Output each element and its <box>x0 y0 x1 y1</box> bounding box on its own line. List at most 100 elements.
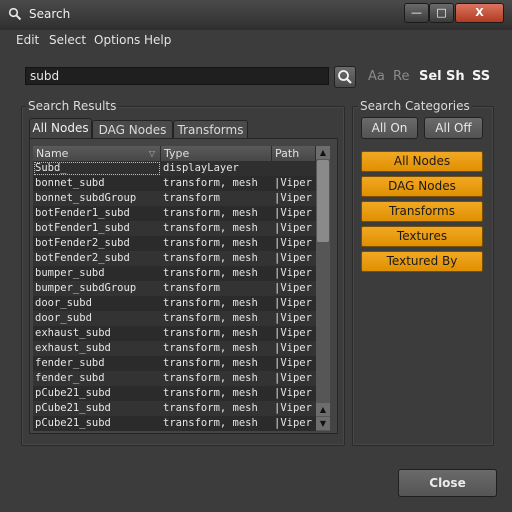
scroll-up-icon[interactable]: ▲ <box>316 146 330 159</box>
table-row[interactable]: bumper_subdGroup transform |Viper|G <box>33 281 316 296</box>
cell-name: fender_subd <box>35 357 105 369</box>
category-textured-by[interactable]: Textured By <box>361 251 483 272</box>
cell-path: |Viper|S <box>274 387 314 399</box>
cell-path: |Viper|S <box>274 327 314 339</box>
table-row[interactable]: pCube21_subd transform, mesh |Viper|S <box>33 401 316 416</box>
menu-edit[interactable]: Edit <box>16 33 39 47</box>
table-row[interactable]: fender_subd transform, mesh |Viper|S <box>33 371 316 386</box>
all-on-button[interactable]: All On <box>361 117 418 139</box>
table-row[interactable]: pCube21_subd transform, mesh |Viper|S <box>33 416 316 431</box>
cell-type: transform, mesh <box>163 312 258 324</box>
cell-path: |Viper|G <box>274 267 314 279</box>
cell-name: pCube21_subd <box>35 387 111 399</box>
table-row[interactable]: botFender2_subd transform, mesh |Viper|S <box>33 236 316 251</box>
table-row[interactable]: door_subd transform, mesh |Viper|S <box>33 296 316 311</box>
cell-name: bumper_subd <box>35 267 105 279</box>
cell-name: bonnet_subd <box>35 177 105 189</box>
table-row[interactable]: botFender1_subd transform, mesh |Viper|S <box>33 221 316 236</box>
cell-type: transform, mesh <box>163 252 258 264</box>
table-row[interactable]: exhaust_subd transform, mesh |Viper|S <box>33 341 316 356</box>
cell-path: |Viper|S <box>274 417 314 429</box>
table-row[interactable]: door_subd transform, mesh |Viper|S <box>33 311 316 326</box>
scroll-up-icon-lower[interactable]: ▲ <box>316 403 330 416</box>
cell-name: door_subd <box>35 312 92 324</box>
search-button[interactable] <box>334 66 356 88</box>
tab-dag-nodes[interactable]: DAG Nodes <box>92 120 173 139</box>
results-table: Name ▽ Type Path Subd_ displayLayer bonnet… <box>33 146 316 431</box>
category-transforms[interactable]: Transforms <box>361 201 483 222</box>
minimize-button[interactable]: — <box>404 3 429 23</box>
table-row[interactable]: pCube21_subd transform, mesh |Viper|S <box>33 386 316 401</box>
cell-type: transform, mesh <box>163 327 258 339</box>
cell-type: transform, mesh <box>163 177 258 189</box>
cell-type: transform, mesh <box>163 372 258 384</box>
table-row[interactable]: fender_subd transform, mesh |Viper|S <box>33 356 316 371</box>
cell-type: transform <box>163 192 220 204</box>
cell-path: |Viper|S <box>274 237 314 249</box>
cell-name: bonnet_subdGroup <box>35 192 137 204</box>
cell-path: |Viper|S <box>274 372 314 384</box>
cell-name: exhaust_subd <box>35 342 111 354</box>
tab-all-nodes[interactable]: All Nodes <box>29 118 92 140</box>
column-type-label: Type <box>164 147 190 160</box>
close-window-button[interactable]: X <box>455 3 504 23</box>
cell-type: transform, mesh <box>163 417 258 429</box>
cell-name: pCube21_subd <box>35 417 111 429</box>
column-header-type[interactable]: Type <box>161 146 272 161</box>
cell-type: transform, mesh <box>163 222 258 234</box>
cell-type: displayLayer <box>163 162 239 174</box>
cell-name: pCube21_subd <box>35 402 111 414</box>
option-selection[interactable]: Sel <box>419 69 442 84</box>
table-row[interactable]: bonnet_subdGroup transform |Viper|G <box>33 191 316 206</box>
category-all-nodes[interactable]: All Nodes <box>361 151 483 172</box>
cell-path: |Viper|G <box>274 282 314 294</box>
cell-path: |Viper|S <box>274 357 314 369</box>
cell-name: botFender1_subd <box>35 207 130 219</box>
tab-transforms[interactable]: Transforms <box>173 120 248 139</box>
cell-path: |Viper|S <box>274 402 314 414</box>
table-row[interactable]: bonnet_subd transform, mesh |Viper|G <box>33 176 316 191</box>
option-match-case[interactable]: Aa <box>368 69 385 84</box>
all-off-button[interactable]: All Off <box>424 117 483 139</box>
cell-type: transform, mesh <box>163 387 258 399</box>
cell-type: transform, mesh <box>163 207 258 219</box>
cell-path: |Viper|S <box>274 207 314 219</box>
category-dag-nodes[interactable]: DAG Nodes <box>361 176 483 197</box>
menu-select[interactable]: Select <box>49 33 86 47</box>
title-bar: Search — □ X <box>0 0 512 31</box>
menu-help[interactable]: Help <box>144 33 171 47</box>
option-ss[interactable]: SS <box>472 69 490 84</box>
maximize-button[interactable]: □ <box>429 3 454 23</box>
cell-name: Subd_ <box>35 162 67 174</box>
column-header-name[interactable]: Name ▽ <box>33 146 161 161</box>
option-regex[interactable]: Re <box>393 69 409 84</box>
cell-path: |Viper|G <box>274 177 314 189</box>
sort-icon: ▽ <box>148 149 155 158</box>
cell-name: botFender2_subd <box>35 237 130 249</box>
scrollbar-thumb[interactable] <box>317 160 329 242</box>
table-row[interactable]: botFender2_subd transform, mesh |Viper|S <box>33 251 316 266</box>
cell-path: |Viper|G <box>274 192 314 204</box>
cell-path: |Viper|S <box>274 222 314 234</box>
cell-path: |Viper|S <box>274 297 314 309</box>
search-results-title: Search Results <box>26 99 119 113</box>
scroll-down-icon[interactable]: ▼ <box>316 417 330 430</box>
category-textures[interactable]: Textures <box>361 226 483 247</box>
table-row[interactable]: exhaust_subd transform, mesh |Viper|S <box>33 326 316 341</box>
cell-type: transform, mesh <box>163 402 258 414</box>
table-row[interactable]: Subd_ displayLayer <box>33 161 316 176</box>
cell-name: bumper_subdGroup <box>35 282 137 294</box>
table-row[interactable]: bumper_subd transform, mesh |Viper|G <box>33 266 316 281</box>
close-button[interactable]: Close <box>398 469 497 497</box>
cell-path: |Viper|S <box>274 342 314 354</box>
search-input[interactable] <box>25 67 329 85</box>
cell-type: transform, mesh <box>163 357 258 369</box>
column-header-path[interactable]: Path <box>272 146 316 161</box>
option-shapes[interactable]: Sh <box>446 69 465 84</box>
window-title: Search <box>29 7 71 21</box>
cell-type: transform, mesh <box>163 237 258 249</box>
search-icon <box>8 7 22 21</box>
table-row[interactable]: botFender1_subd transform, mesh |Viper|S <box>33 206 316 221</box>
search-categories-title: Search Categories <box>358 99 472 113</box>
menu-options[interactable]: Options <box>94 33 140 47</box>
